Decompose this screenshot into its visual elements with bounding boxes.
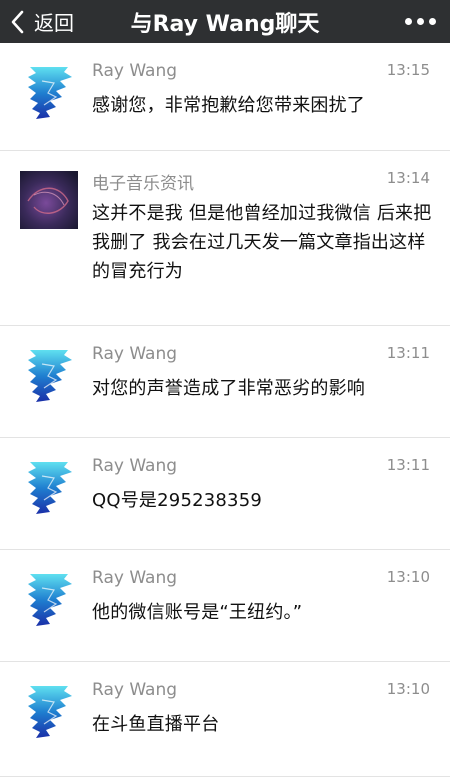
message-text: 感谢您，非常抱歉给您带来困扰了 [92, 95, 365, 116]
message-item[interactable]: Ray Wang 13:11 对您的声誉造成了非常恶劣的影响 [0, 326, 450, 438]
sender-name: Ray Wang [92, 344, 178, 364]
chevron-left-icon [10, 0, 32, 43]
message-time: 13:10 [386, 568, 430, 586]
message-time: 13:14 [386, 169, 430, 187]
avatar[interactable] [20, 171, 78, 229]
sender-name: 电子音乐资讯 [92, 174, 194, 194]
avatar[interactable] [20, 63, 78, 121]
message-text: 他的微信账号是“王纽约。” [92, 602, 303, 623]
message-time: 13:11 [386, 456, 430, 474]
message-time: 13:10 [386, 680, 430, 698]
back-button[interactable]: 返回 [0, 0, 74, 43]
sender-name: Ray Wang [92, 680, 178, 700]
message-item[interactable]: Ray Wang 13:10 他的微信账号是“王纽约。” [0, 550, 450, 662]
page-title: 与Ray Wang聊天 [130, 11, 320, 37]
message-list: Ray Wang 13:15 感谢您，非常抱歉给您带来困扰了 电子音乐资讯 13:14 这… [0, 43, 450, 777]
message-time: 13:15 [386, 61, 430, 79]
message-item[interactable]: 电子音乐资讯 13:14 这并不是我 但是他曾经加过我微信 后来把我删了 我会在过几… [0, 151, 450, 326]
avatar[interactable] [20, 570, 78, 628]
nav-bar: 返回 与Ray Wang聊天 [0, 0, 450, 43]
sender-name: Ray Wang [92, 456, 178, 476]
message-time: 13:11 [386, 344, 430, 362]
more-dots-icon[interactable] [405, 0, 436, 43]
avatar[interactable] [20, 458, 78, 516]
sender-name: Ray Wang [92, 61, 178, 81]
message-text: 对您的声誉造成了非常恶劣的影响 [92, 378, 365, 399]
avatar[interactable] [20, 682, 78, 740]
avatar[interactable] [20, 346, 78, 404]
message-item[interactable]: Ray Wang 13:11 QQ号是295238359 [0, 438, 450, 550]
message-item[interactable]: Ray Wang 13:15 感谢您，非常抱歉给您带来困扰了 [0, 43, 450, 151]
message-text: 这并不是我 但是他曾经加过我微信 后来把我删了 我会在过几天发一篇文章指出这样的… [92, 203, 432, 282]
back-label: 返回 [34, 11, 74, 35]
message-text: QQ号是295238359 [92, 490, 263, 511]
sender-name: Ray Wang [92, 568, 178, 588]
message-text: 在斗鱼直播平台 [92, 714, 220, 735]
